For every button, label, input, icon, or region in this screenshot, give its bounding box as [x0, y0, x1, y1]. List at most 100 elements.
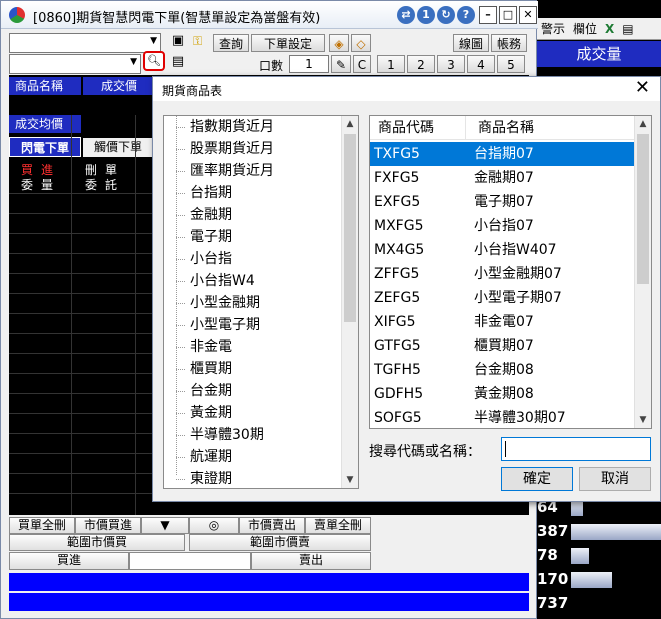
tree-item[interactable]: 電子期 — [190, 228, 232, 246]
tree-item[interactable]: 股票期貨近月 — [190, 140, 274, 158]
volume-bar — [571, 524, 661, 540]
product-row[interactable]: MXFG5 小台指07 — [370, 214, 635, 238]
qty-button[interactable]: 3 — [437, 55, 465, 73]
product-name: 半導體30期07 — [474, 410, 566, 426]
lots-input[interactable]: 1 — [289, 55, 329, 73]
alert-button[interactable]: 警示 — [537, 20, 569, 37]
tree-item[interactable]: 半導體30期 — [190, 426, 264, 444]
qty-button[interactable]: 4 — [467, 55, 495, 73]
tree-line — [176, 413, 186, 414]
double-diamond-icon[interactable]: ◇ — [351, 34, 371, 52]
confirm-button[interactable]: 確定 — [501, 467, 573, 491]
grid-line — [9, 493, 169, 494]
tab-touch-order[interactable]: 觸價下單 — [83, 138, 153, 157]
close-button[interactable]: ✕ — [519, 6, 537, 24]
header-product-code[interactable]: 商品代碼 — [370, 116, 466, 140]
product-row[interactable]: SOFG5 半導體30期07 — [370, 406, 635, 428]
maximize-button[interactable]: □ — [499, 6, 517, 24]
market-buy-button[interactable]: 市價買進 — [75, 517, 141, 534]
excel-icon[interactable]: X — [601, 22, 618, 36]
chevron-down-icon[interactable]: ▼ — [635, 412, 651, 428]
search-input[interactable] — [501, 437, 651, 461]
cancel-all-buy-button[interactable]: 買單全刪 — [9, 517, 75, 534]
clipboard-icon[interactable]: ▤ — [167, 54, 189, 72]
help-icon[interactable]: ? — [457, 6, 475, 24]
grid-line — [135, 115, 136, 515]
refresh-icon[interactable]: ↻ — [437, 6, 455, 24]
copy-icon[interactable]: ▣ — [167, 33, 189, 51]
tree-item[interactable]: 小台指 — [190, 250, 232, 268]
key-icon[interactable]: ⚿ — [193, 34, 211, 52]
product-row[interactable]: ZFFG5 小型金融期07 — [370, 262, 635, 286]
product-name: 櫃買期07 — [474, 338, 534, 354]
product-name: 黃金期08 — [474, 386, 534, 402]
query-button[interactable]: 查詢 — [213, 34, 249, 52]
scroll-thumb[interactable] — [344, 134, 356, 322]
tree-item[interactable]: 黃金期 — [190, 404, 232, 422]
header-product-name[interactable]: 商品名稱 — [466, 116, 636, 140]
link-icon[interactable]: ⇄ — [397, 6, 415, 24]
minimize-button[interactable]: – — [479, 6, 497, 24]
qty-button[interactable]: 5 — [497, 55, 525, 73]
chart-button[interactable]: 線圖 — [453, 34, 489, 52]
product-name: 小型金融期07 — [474, 266, 562, 282]
product-row[interactable]: TGFH5 台金期08 — [370, 358, 635, 382]
account-select[interactable]: ▼ — [9, 33, 161, 53]
list-scrollbar[interactable]: ▲ ▼ — [634, 116, 651, 428]
product-row[interactable]: GTFG5 櫃買期07 — [370, 334, 635, 358]
product-row[interactable]: TXFG5 台指期07 — [370, 142, 635, 166]
tree-item[interactable]: 台指期 — [190, 184, 232, 202]
range-market-buy-button[interactable]: 範圍市價買 — [9, 534, 185, 551]
product-row[interactable]: FXFG5 金融期07 — [370, 166, 635, 190]
down-arrow-button[interactable]: ▼ — [141, 517, 189, 534]
tree-line — [176, 127, 186, 128]
tree-item[interactable]: 金融期 — [190, 206, 232, 224]
tree-item[interactable]: 航運期 — [190, 448, 232, 466]
buy-button[interactable]: 買進 — [9, 552, 129, 570]
sell-button[interactable]: 賣出 — [251, 552, 371, 570]
tree-scrollbar[interactable]: ▲ ▼ — [341, 116, 358, 488]
diamond-icon[interactable]: ◈ — [329, 34, 349, 52]
chevron-down-icon[interactable]: ▼ — [342, 472, 358, 488]
center-button[interactable]: ◎ — [189, 517, 239, 534]
close-icon[interactable]: ✕ — [635, 78, 650, 98]
qty-button[interactable]: 1 — [377, 55, 405, 73]
tree-item[interactable]: 小台指W4 — [190, 272, 255, 290]
account-button[interactable]: 帳務 — [491, 34, 527, 52]
tree-item[interactable]: 指數期貨近月 — [190, 118, 274, 136]
product-row[interactable]: XIFG5 非金電07 — [370, 310, 635, 334]
export-icon[interactable]: ▤ — [618, 22, 637, 36]
product-row[interactable]: EXFG5 電子期07 — [370, 190, 635, 214]
product-code: XIFG5 — [374, 314, 416, 330]
chevron-up-icon[interactable]: ▲ — [635, 116, 651, 132]
columns-button[interactable]: 欄位 — [569, 20, 601, 37]
info-icon[interactable]: 1 — [417, 6, 435, 24]
tree-item[interactable]: 台金期 — [190, 382, 232, 400]
pencil-icon[interactable]: ✎ — [331, 55, 351, 73]
tree-item[interactable]: 小型金融期 — [190, 294, 260, 312]
tree-item[interactable]: 非金電 — [190, 338, 232, 356]
product-row[interactable]: GDFH5 黃金期08 — [370, 382, 635, 406]
c-button[interactable]: C — [353, 55, 371, 73]
range-market-sell-button[interactable]: 範圍市價賣 — [189, 534, 371, 551]
qty-button[interactable]: 2 — [407, 55, 435, 73]
tree-item[interactable]: 櫃買期 — [190, 360, 232, 378]
product-row[interactable]: MX4G5 小台指W407 — [370, 238, 635, 262]
grid-line — [9, 373, 169, 374]
chevron-up-icon[interactable]: ▲ — [342, 116, 358, 132]
market-sell-button[interactable]: 市價賣出 — [239, 517, 305, 534]
tree-line — [176, 281, 186, 282]
tree-item[interactable]: 小型電子期 — [190, 316, 260, 334]
scroll-thumb[interactable] — [637, 134, 649, 284]
title-bar: [0860]期貨智慧閃電下單(智慧單設定為當盤有效) ⇄ 1 ↻ ? – □ ✕ — [1, 1, 538, 29]
cancel-all-sell-button[interactable]: 賣單全刪 — [305, 517, 371, 534]
volume-bar — [571, 500, 583, 516]
product-name: 台指期07 — [474, 146, 534, 162]
tree-item[interactable]: 東證期 — [190, 470, 232, 488]
product-search-icon[interactable]: 🔍︎ — [143, 51, 165, 71]
cancel-button[interactable]: 取消 — [579, 467, 651, 491]
order-settings-button[interactable]: 下單設定 — [251, 34, 325, 52]
product-select[interactable]: ▼ — [9, 54, 141, 74]
tree-item[interactable]: 匯率期貨近月 — [190, 162, 274, 180]
product-row[interactable]: ZEFG5 小型電子期07 — [370, 286, 635, 310]
